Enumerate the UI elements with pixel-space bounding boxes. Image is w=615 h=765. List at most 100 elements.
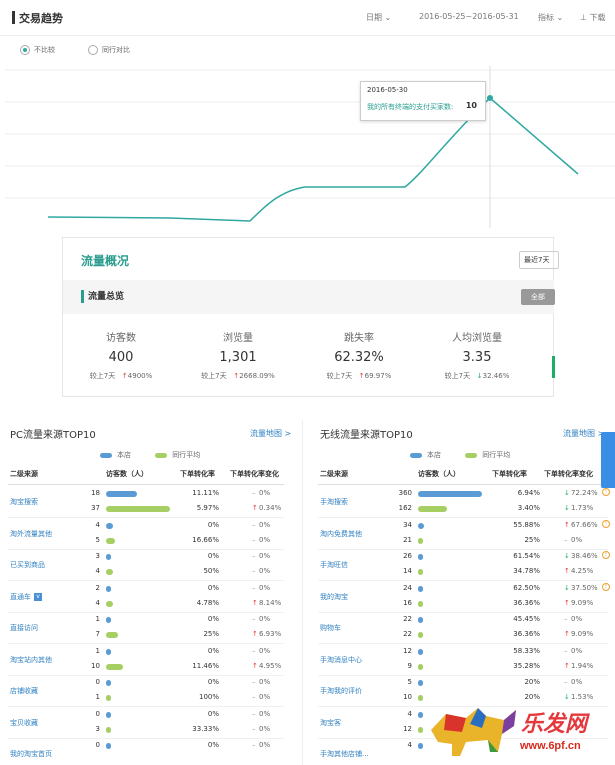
tooltip-metric: 我的所有终端的支付买家数: (367, 103, 454, 111)
metric-compare: 较上7天 ↑2668.09% (201, 372, 275, 380)
conversion-rate: 62.50% (513, 583, 540, 592)
change-arrow-icon: – (252, 552, 256, 560)
rate-change: ↓38.46% (564, 552, 598, 560)
side-float-tab[interactable] (601, 432, 615, 488)
rate-change: –0% (564, 678, 583, 686)
trade-trend-panel: 交易趋势 日期 ⌄ 2016-05-25~2016-05-31 指标 ⌄ ⊥ 下… (0, 0, 615, 228)
table-row[interactable]: 淘宝搜索 18 11.11% –0% 37 5.97% ↑0.34% (8, 487, 284, 518)
table-row[interactable]: 手淘旺信 26 61.54% ↓38.46%! 14 34.78% ↑4.25% (318, 550, 610, 581)
metric-card[interactable]: 访客数 400 较上7天 ↑4900% (71, 329, 171, 381)
visitor-count: 4 (95, 520, 100, 529)
peer-line: 7 25% ↑6.93% (8, 628, 284, 643)
conversion-rate: 0% (207, 520, 219, 529)
trend-point-selected[interactable] (487, 95, 493, 101)
peer-line: 10 11.46% ↑4.95% (8, 660, 284, 675)
peer-bar (106, 569, 113, 575)
visitor-count: 162 (398, 504, 412, 512)
metric-dropdown[interactable]: 指标 ⌄ (538, 12, 563, 23)
rate-change: ↓37.50% (564, 583, 598, 592)
rate-change: ↑6.93% (252, 630, 282, 638)
metric-card[interactable]: 浏览量 1,301 较上7天 ↑2668.09% (188, 329, 288, 381)
metric-card[interactable]: 跳失率 62.32% 较上7天 ↑69.97% (309, 329, 409, 381)
all-button[interactable]: 全部 (521, 289, 555, 305)
store-line: 26 61.54% ↓38.46%! (318, 550, 610, 565)
visitor-count: 12 (403, 646, 412, 655)
conversion-rate: 25% (203, 630, 219, 638)
watermark-url: www.6pf.cn (520, 740, 581, 752)
peer-line: 37 5.97% ↑0.34% (8, 502, 284, 517)
trend-line (47, 96, 579, 222)
visitor-count: 14 (403, 567, 412, 575)
rate-change: –0% (252, 520, 271, 529)
visitor-count: 16 (403, 598, 412, 607)
peer-line: 162 3.40% ↓1.73% (318, 502, 608, 517)
period-select[interactable]: 最近7天 (519, 251, 559, 269)
visitor-count: 4 (407, 709, 412, 718)
table-row[interactable]: 直接访问 1 0% –0% 7 25% ↑6.93% (8, 613, 284, 644)
radio-peer-compare[interactable]: 同行对比 (88, 45, 130, 55)
warning-icon[interactable]: ! (602, 551, 610, 559)
store-bar (106, 711, 111, 718)
conversion-rate: 20% (524, 678, 540, 686)
download-button[interactable]: ⊥ 下载 (580, 12, 606, 23)
change-arrow-icon: ↑ (564, 520, 570, 529)
pc-flow-map-link[interactable]: 流量地图 > (250, 428, 291, 439)
conversion-rate: 0% (207, 552, 219, 560)
peer-line: 1 100% –0% (8, 691, 284, 706)
rate-change: ↓72.24% (564, 489, 598, 497)
store-bar (106, 554, 111, 560)
table-row[interactable]: 店铺收藏 0 0% –0% 1 100% –0% (8, 676, 284, 707)
table-row[interactable]: 手淘搜索 360 6.94% ↓72.24%! 162 3.40% ↓1.73% (318, 487, 610, 518)
store-line: 0 0% –0% (8, 708, 284, 723)
rate-change: ↑67.66% (564, 520, 598, 529)
table-row[interactable]: 淘内免费其他 34 55.88% ↑67.66%! 21 25% –0% (318, 519, 610, 550)
tooltip-value: 10 (465, 101, 477, 110)
conversion-rate: 0% (207, 709, 219, 718)
change-arrow-icon: – (252, 709, 256, 718)
table-row[interactable]: 已买到商品 3 0% –0% 4 50% –0% (8, 550, 284, 581)
rate-change: ↑9.09% (564, 598, 594, 607)
table-row[interactable]: 直通车 v 2 0% –0% 4 4.78% ↑8.14% (8, 582, 284, 613)
table-row[interactable]: 淘宝站内其他 1 0% –0% 10 11.46% ↑4.95% (8, 645, 284, 676)
table-row[interactable]: 宝贝收藏 0 0% –0% 3 33.33% –0% (8, 708, 284, 739)
table-row[interactable]: 淘外流量其他 4 0% –0% 5 16.66% –0% (8, 519, 284, 550)
change-arrow-icon: – (252, 489, 256, 497)
table-row[interactable]: 我的淘宝首页 0 0% –0% (8, 739, 284, 765)
rate-change: ↑8.14% (252, 598, 282, 607)
conversion-rate: 0% (207, 741, 219, 749)
subheader-marker (81, 290, 84, 303)
watermark: 乐发网 www.6pf.cn (426, 700, 615, 765)
warning-icon[interactable]: ! (602, 519, 610, 528)
change-arrow-icon: – (252, 520, 256, 529)
visitor-count: 9 (407, 661, 412, 670)
metric-card[interactable]: 人均浏览量 3.35 较上7天 ↓32.46% (427, 329, 527, 381)
store-bar (106, 648, 111, 655)
metric-label: 跳失率 (344, 333, 374, 344)
conversion-rate: 58.33% (513, 646, 540, 655)
peer-line (8, 754, 284, 765)
store-line: 0 0% –0% (8, 739, 284, 754)
date-dropdown[interactable]: 日期 ⌄ (366, 12, 391, 23)
pc-top10-title: PC流量来源TOP10 (10, 430, 96, 441)
warning-icon[interactable]: ! (602, 488, 610, 496)
conversion-rate: 45.45% (513, 615, 540, 623)
table-row[interactable]: 购物车 22 45.45% –0% 22 36.36% ↑9.09% (318, 613, 608, 644)
table-row[interactable]: 我的淘宝 24 62.50% ↓37.50%! 16 36.36% ↑9.09% (318, 582, 610, 613)
peer-bar (106, 663, 123, 670)
metric-value: 1,301 (219, 350, 257, 365)
date-range[interactable]: 2016-05-25~2016-05-31 (419, 12, 519, 21)
mobile-flow-map-link[interactable]: 流量地图 > (563, 428, 604, 439)
peer-line: 14 34.78% ↑4.25% (318, 565, 608, 580)
store-bar (106, 680, 111, 686)
table-row[interactable]: 手淘消息中心 12 58.33% –0% 9 35.28% ↑1.94% (318, 645, 608, 676)
change-arrow-icon: ↑ (252, 630, 258, 638)
visitor-count: 5 (95, 535, 100, 544)
store-bar (418, 648, 423, 655)
store-line: 2 0% –0% (8, 582, 284, 597)
chart-tooltip: 2016-05-30 我的所有终端的支付买家数: 10 (360, 81, 486, 121)
rate-change: –0% (252, 724, 271, 733)
visitor-count: 10 (91, 661, 100, 670)
radio-no-compare[interactable]: 不比较 (20, 45, 55, 55)
rate-change: ↑9.09% (564, 630, 594, 638)
warning-icon[interactable]: ! (602, 582, 610, 591)
